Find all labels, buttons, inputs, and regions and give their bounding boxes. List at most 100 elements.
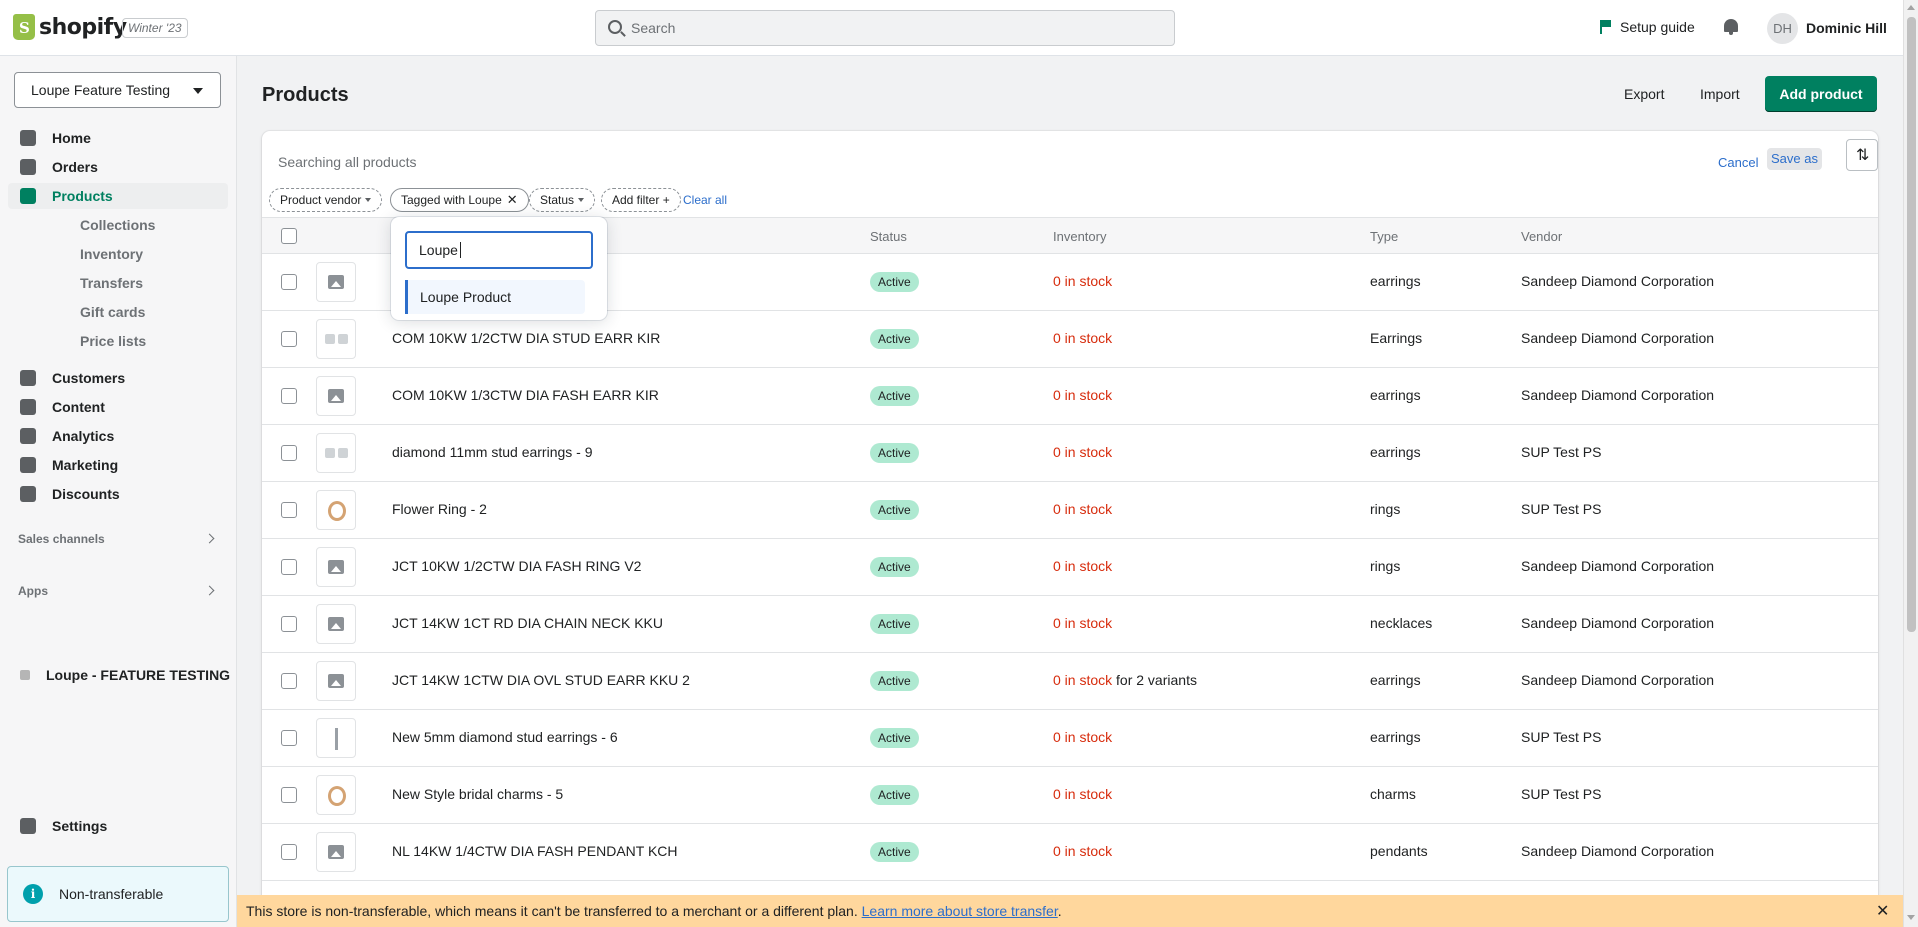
sidebar-item-customers[interactable]: Customers [8,365,228,391]
header-inventory[interactable]: Inventory [1053,229,1106,244]
product-thumbnail[interactable] [316,433,356,473]
sales-channels-heading[interactable]: Sales channels [18,532,105,546]
user-name[interactable]: Dominic Hill [1806,20,1887,36]
setup-guide-button[interactable]: Setup guide [1600,19,1695,35]
status-badge: Active [870,557,919,577]
table-row[interactable]: JCT 14KW 1CTW DIA OVL STUD EARR KKU 2 Act… [262,653,1878,710]
chevron-right-icon[interactable] [204,533,215,544]
table-row[interactable]: NL 14KW 1/4CTW DIA FASH PENDANT KCH Activ… [262,824,1878,881]
tag-search-input[interactable]: Loupe [405,231,593,269]
product-thumbnail[interactable] [316,832,356,872]
sidebar-item-discounts[interactable]: Discounts [8,481,228,507]
sidebar-item-settings[interactable]: Settings [8,813,228,839]
product-thumbnail[interactable] [316,775,356,815]
cancel-search-button[interactable]: Cancel [1718,155,1758,170]
product-thumbnail[interactable] [316,319,356,359]
row-checkbox[interactable] [281,616,297,632]
non-transferable-notice[interactable]: i Non-transferable [7,866,229,922]
flag-icon [1600,20,1611,34]
product-name[interactable]: JCT 14KW 1CT RD DIA CHAIN NECK KKU [392,615,663,631]
row-checkbox[interactable] [281,730,297,746]
row-checkbox[interactable] [281,502,297,518]
chevron-right-icon[interactable] [204,585,215,596]
row-checkbox[interactable] [281,844,297,860]
sidebar-app-loupe[interactable]: Loupe - FEATURE TESTING [20,667,230,683]
product-name[interactable]: COM 10KW 1/2CTW DIA STUD EARR KIR [392,330,660,346]
save-as-button[interactable]: Save as [1767,148,1822,170]
filter-tagged-with[interactable]: Tagged with Loupe ✕ [390,188,529,212]
learn-more-link[interactable]: Learn more about store transfer [862,903,1058,919]
row-checkbox[interactable] [281,559,297,575]
product-thumbnail[interactable] [316,490,356,530]
table-row[interactable]: JCT 10KW 1/2CTW DIA FASH RING V2 Active 0 … [262,539,1878,596]
stock-count: 0 in stock [1053,729,1113,745]
select-all-checkbox[interactable] [281,228,297,244]
clear-all-filters[interactable]: Clear all [683,193,727,207]
avatar[interactable]: DH [1767,13,1798,44]
add-filter-button[interactable]: Add filter + [601,188,681,212]
close-icon[interactable]: ✕ [1876,901,1889,921]
product-name[interactable]: New 5mm diamond stud earrings - 6 [392,729,618,745]
row-checkbox[interactable] [281,787,297,803]
tag-option[interactable]: Loupe Product [405,280,585,314]
product-thumbnail[interactable] [316,547,356,587]
search-status-text[interactable]: Searching all products [278,154,417,170]
product-thumbnail[interactable] [316,604,356,644]
row-checkbox[interactable] [281,673,297,689]
filter-status[interactable]: Status [529,188,596,212]
table-row[interactable]: JCT 14KW 1CT RD DIA CHAIN NECK KKU Active… [262,596,1878,653]
apps-heading[interactable]: Apps [18,584,48,598]
store-selector[interactable]: Loupe Feature Testing [14,72,221,108]
sidebar-subitem-collections[interactable]: Collections [80,217,155,233]
sidebar-item-home[interactable]: Home [8,125,228,151]
product-name[interactable]: JCT 14KW 1CTW DIA OVL STUD EARR KKU 2 [392,672,690,688]
remove-filter-icon[interactable]: ✕ [507,192,518,208]
import-button[interactable]: Import [1700,86,1740,102]
product-name[interactable]: JCT 10KW 1/2CTW DIA FASH RING V2 [392,558,641,574]
table-row[interactable]: COM 10KW 1/3CTW DIA FASH EARR KIR Active 0… [262,368,1878,425]
sidebar-subitem-transfers[interactable]: Transfers [80,275,143,291]
stock-count: 0 in stock [1053,444,1113,460]
filter-product-vendor[interactable]: Product vendor [269,188,383,212]
row-checkbox[interactable] [281,388,297,404]
sidebar-subitem-inventory[interactable]: Inventory [80,246,143,262]
sidebar-item-analytics[interactable]: Analytics [8,423,228,449]
earrings-photo [325,334,335,344]
sidebar-subitem-gift-cards[interactable]: Gift cards [80,304,145,320]
sidebar-subitem-price-lists[interactable]: Price lists [80,333,146,349]
product-type: charms [1370,786,1416,802]
scroll-down-arrow-icon[interactable] [1907,915,1915,920]
header-status[interactable]: Status [870,229,907,244]
table-row[interactable]: New Style bridal charms - 5 Active 0 in st… [262,767,1878,824]
product-name[interactable]: diamond 11mm stud earrings - 9 [392,444,593,460]
product-name[interactable]: COM 10KW 1/3CTW DIA FASH EARR KIR [392,387,659,403]
add-product-button[interactable]: Add product [1765,76,1877,112]
scrollbar-thumb[interactable] [1907,17,1916,632]
header-vendor[interactable]: Vendor [1521,229,1562,244]
product-thumbnail[interactable] [316,262,356,302]
sidebar-item-content[interactable]: Content [8,394,228,420]
product-name[interactable]: Flower Ring - 2 [392,501,487,517]
shopify-logo[interactable]: shopify [13,14,127,40]
product-name[interactable]: New Style bridal charms - 5 [392,786,563,802]
table-row[interactable]: diamond 11mm stud earrings - 9 Active 0 in… [262,425,1878,482]
product-thumbnail[interactable] [316,718,356,758]
product-thumbnail[interactable] [316,376,356,416]
header-type[interactable]: Type [1370,229,1398,244]
sort-button[interactable] [1846,139,1878,171]
sidebar-item-orders[interactable]: Orders [8,154,228,180]
row-checkbox[interactable] [281,331,297,347]
table-row[interactable]: Flower Ring - 2 Active 0 in stock rings SUP … [262,482,1878,539]
export-button[interactable]: Export [1624,86,1664,102]
page-scrollbar[interactable] [1903,0,1918,927]
scroll-up-arrow-icon[interactable] [1907,5,1915,10]
sidebar-item-products[interactable]: Products [8,183,228,209]
row-checkbox[interactable] [281,445,297,461]
notifications-bell-icon[interactable] [1723,18,1739,36]
product-name[interactable]: NL 14KW 1/4CTW DIA FASH PENDANT KCH [392,843,678,859]
row-checkbox[interactable] [281,274,297,290]
table-row[interactable]: New 5mm diamond stud earrings - 6 Active 0… [262,710,1878,767]
sidebar-item-marketing[interactable]: Marketing [8,452,228,478]
product-thumbnail[interactable] [316,661,356,701]
search-input[interactable]: Search [595,10,1175,46]
